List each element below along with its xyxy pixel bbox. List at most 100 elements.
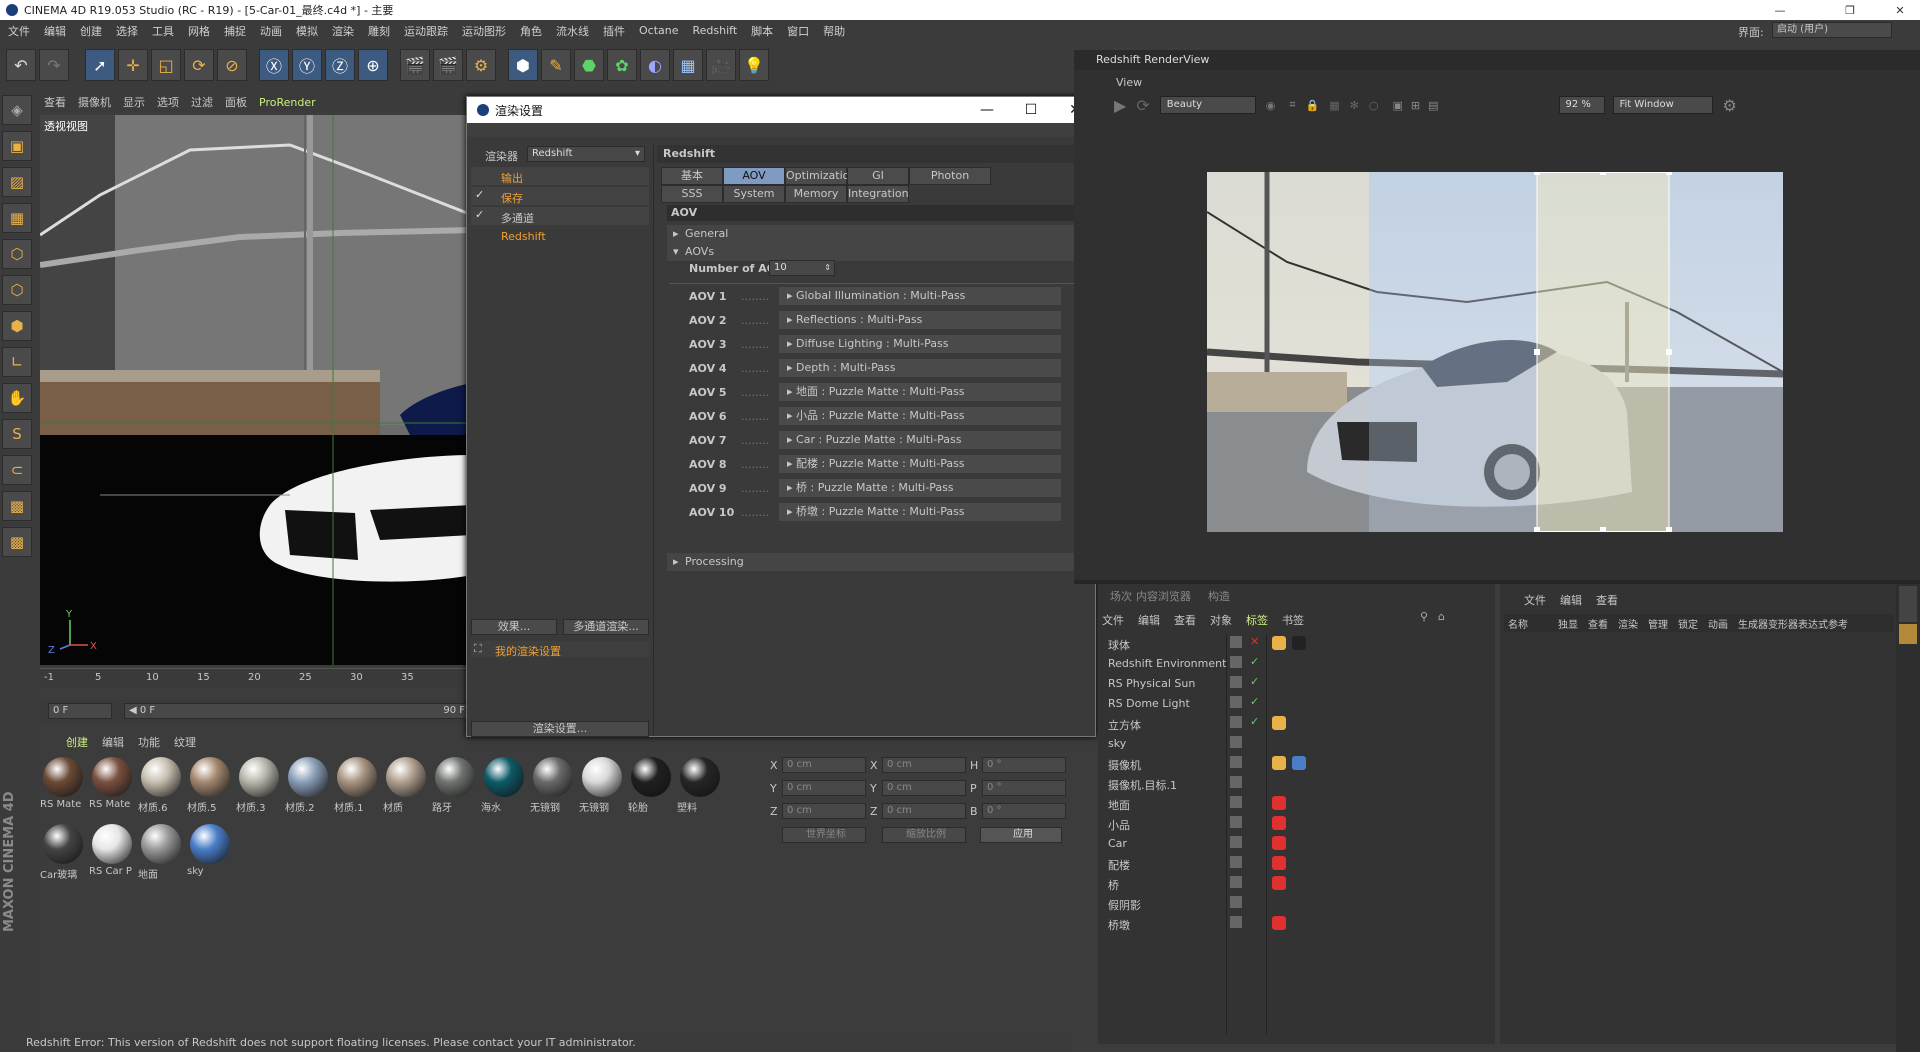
material-menu-item[interactable]: 创建: [66, 734, 88, 750]
material-menu-item[interactable]: 功能: [138, 734, 160, 750]
aov-row[interactable]: AOV 2........ ▸ Reflections : Multi-Pass: [669, 311, 1077, 331]
object-row[interactable]: RS Physical Sun ✓: [1098, 674, 1495, 694]
minimize-button[interactable]: —: [1760, 0, 1800, 20]
points-mode-icon[interactable]: ⬡: [2, 239, 32, 269]
object-row[interactable]: 立方体 ✓: [1098, 714, 1495, 734]
y-axis-icon[interactable]: Ⓨ: [292, 49, 322, 81]
visibility-icon[interactable]: [1230, 856, 1242, 868]
material-swatch[interactable]: 地面: [138, 822, 183, 881]
settings-tab[interactable]: Photon: [909, 167, 991, 185]
texture-mode-icon[interactable]: ▨: [2, 167, 32, 197]
enabled-check-icon[interactable]: ✓: [1250, 655, 1259, 668]
menu-item[interactable]: 网格: [188, 23, 210, 39]
lock-icon[interactable]: 🔒: [1306, 99, 1320, 112]
menu-item[interactable]: 脚本: [751, 23, 773, 39]
viewport-menu-item[interactable]: 显示: [123, 94, 145, 110]
coordinate-system-icon[interactable]: ⊕: [358, 49, 388, 81]
home-icon[interactable]: ⌂: [1438, 610, 1445, 623]
menu-item[interactable]: 动画: [260, 23, 282, 39]
layer-column-header[interactable]: 动画: [1708, 616, 1728, 631]
visibility-icon[interactable]: [1230, 736, 1242, 748]
search-icon[interactable]: ⚲: [1420, 610, 1428, 623]
select-tool-icon[interactable]: ➚: [85, 49, 115, 81]
menu-item[interactable]: 雕刻: [368, 23, 390, 39]
aov-value[interactable]: ▸ 桥 : Puzzle Matte : Multi-Pass: [779, 479, 1061, 497]
om-menu-item[interactable]: 对象: [1210, 612, 1232, 628]
visibility-icon[interactable]: [1230, 876, 1242, 888]
side-tab-objects[interactable]: [1899, 586, 1917, 622]
aov-value[interactable]: ▸ 配楼 : Puzzle Matte : Multi-Pass: [779, 455, 1061, 473]
aov-value[interactable]: ▸ 地面 : Puzzle Matte : Multi-Pass: [779, 383, 1061, 401]
image-icon[interactable]: ▣: [1392, 99, 1402, 112]
undo-icon[interactable]: ↶: [6, 49, 36, 81]
tag-icon[interactable]: [1272, 716, 1286, 730]
menu-item[interactable]: 运动图形: [462, 23, 506, 39]
tag-icon[interactable]: [1292, 756, 1306, 770]
coord-input[interactable]: 0 cm: [882, 780, 966, 796]
aov-row[interactable]: AOV 6........ ▸ 小品 : Puzzle Matte : Multi…: [669, 407, 1077, 427]
zoom-input[interactable]: 92 %: [1558, 96, 1605, 114]
layer-column-header[interactable]: 变形器: [1768, 616, 1798, 631]
aov-row[interactable]: AOV 1........ ▸ Global Illumination : Mul…: [669, 287, 1077, 307]
layout-select[interactable]: 启动 (用户): [1772, 22, 1892, 38]
close-button[interactable]: ✕: [1880, 0, 1920, 20]
visibility-icon[interactable]: [1230, 776, 1242, 788]
effects-button[interactable]: 效果...: [471, 619, 557, 635]
layer-column-header[interactable]: 参考: [1828, 616, 1848, 631]
current-frame-field[interactable]: 0 F: [48, 703, 112, 719]
scale-mode-select[interactable]: 缩放比例: [882, 827, 966, 843]
light-icon[interactable]: 💡: [739, 49, 769, 81]
scale-tool-icon[interactable]: ◱: [151, 49, 181, 81]
menu-item[interactable]: 流水线: [556, 23, 589, 39]
snapshots-icon[interactable]: ▤: [1428, 99, 1438, 112]
tag-icon[interactable]: [1292, 636, 1306, 650]
material-swatch[interactable]: 路牙: [432, 755, 477, 814]
x-axis-icon[interactable]: Ⓧ: [259, 49, 289, 81]
object-row[interactable]: 小品: [1098, 814, 1495, 834]
om-menu-item[interactable]: 编辑: [1138, 612, 1160, 628]
visibility-icon[interactable]: [1230, 816, 1242, 828]
menu-item[interactable]: 编辑: [44, 23, 66, 39]
general-group[interactable]: ▸ General: [667, 225, 1087, 243]
enabled-check-icon[interactable]: ✓: [1250, 715, 1259, 728]
coord-input[interactable]: 0 °: [982, 780, 1066, 796]
object-row[interactable]: RS Dome Light ✓: [1098, 694, 1495, 714]
add-snapshot-icon[interactable]: ⊞: [1411, 99, 1420, 112]
object-row[interactable]: 地面: [1098, 794, 1495, 814]
preset-item[interactable]: ⛶ 我的渲染设置: [471, 641, 649, 658]
tag-icon[interactable]: [1272, 876, 1286, 890]
aovs-group[interactable]: ▾ AOVs: [667, 243, 1087, 261]
object-row[interactable]: 配楼: [1098, 854, 1495, 874]
planar-workplane-icon[interactable]: ▩: [2, 527, 32, 557]
apply-button[interactable]: 应用: [980, 827, 1062, 843]
menu-item[interactable]: Octane: [639, 24, 679, 37]
menu-item[interactable]: Redshift: [693, 24, 738, 37]
aov-row[interactable]: AOV 9........ ▸ 桥 : Puzzle Matte : Multi-…: [669, 479, 1077, 499]
object-row[interactable]: Redshift Environment ✓: [1098, 654, 1495, 674]
edges-mode-icon[interactable]: ⬡: [2, 275, 32, 305]
visibility-icon[interactable]: [1230, 676, 1242, 688]
make-editable-icon[interactable]: ◈: [2, 95, 32, 125]
layer-column-header[interactable]: 管理: [1648, 616, 1668, 631]
coord-input[interactable]: 0 °: [982, 803, 1066, 819]
coord-input[interactable]: 0 cm: [882, 803, 966, 819]
aov-row[interactable]: AOV 7........ ▸ Car : Puzzle Matte : Mult…: [669, 431, 1077, 451]
menu-item[interactable]: 帮助: [823, 23, 845, 39]
recent-tool-icon[interactable]: ⊘: [217, 49, 247, 81]
viewport-menu-item[interactable]: 面板: [225, 94, 247, 110]
material-swatch[interactable]: RS Mate: [89, 755, 134, 813]
visibility-icon[interactable]: [1230, 916, 1242, 928]
renderer-select[interactable]: Redshift ▾: [527, 146, 645, 162]
om-menu-item[interactable]: 文件: [1102, 612, 1124, 628]
settings-tree-item[interactable]: Redshift: [471, 227, 649, 245]
visibility-icon[interactable]: [1230, 796, 1242, 808]
om-tab[interactable]: 场次: [1110, 588, 1132, 604]
layer-column-header[interactable]: 名称: [1508, 616, 1528, 631]
attr-menu-item[interactable]: 查看: [1596, 592, 1618, 608]
viewport-menu-item[interactable]: 过滤: [191, 94, 213, 110]
render-settings-button[interactable]: 渲染设置...: [471, 721, 649, 737]
aov-row[interactable]: AOV 4........ ▸ Depth : Multi-Pass: [669, 359, 1077, 379]
layer-column-header[interactable]: 生成器: [1738, 616, 1768, 631]
settings-tab[interactable]: Integration: [847, 185, 909, 203]
visibility-icon[interactable]: [1230, 696, 1242, 708]
